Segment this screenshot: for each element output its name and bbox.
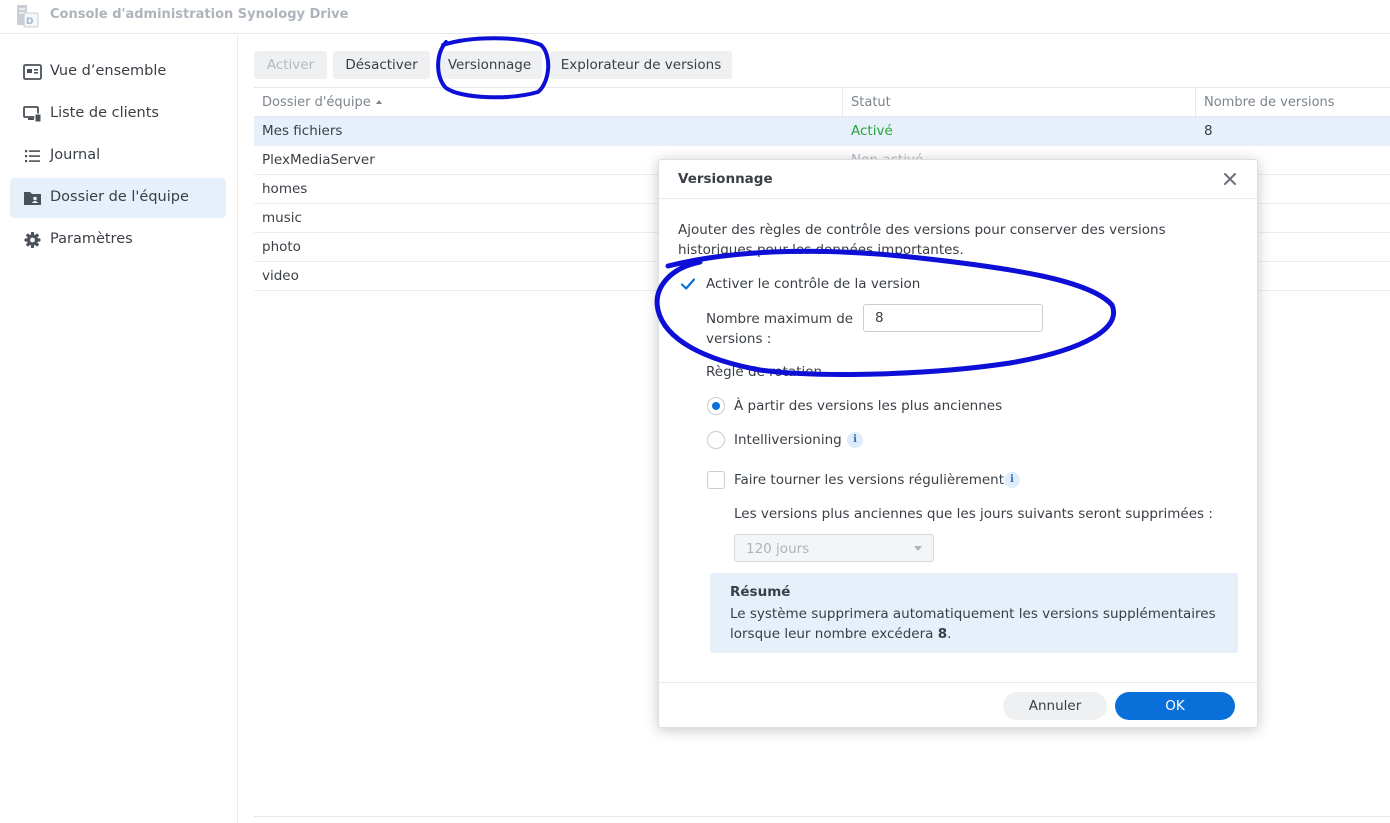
title-bar: D Console d'administration Synology Driv… <box>0 0 1390 34</box>
sidebar: Vue d’ensemble Liste de clients Journal … <box>0 35 238 823</box>
summary-version-count: 8 <box>937 626 948 642</box>
grid-header: Dossier d'équipe Statut Nombre de versio… <box>254 87 1390 117</box>
app-title: Console d'administration Synology Drive <box>50 7 349 22</box>
info-icon[interactable]: i <box>1004 472 1020 488</box>
rotation-rule-label: Règle de rotation <box>706 364 823 380</box>
sidebar-item-client-list[interactable]: Liste de clients <box>10 94 226 134</box>
enable-version-control-checkbox[interactable] <box>679 275 697 293</box>
summary-text-end: . <box>947 626 952 642</box>
folder-name: video <box>262 268 299 284</box>
summary-panel: Résumé Le système supprimera automatique… <box>710 573 1238 653</box>
sidebar-item-label: Vue d’ensemble <box>50 63 167 79</box>
sidebar-item-log[interactable]: Journal <box>10 136 226 176</box>
dialog-footer-divider <box>659 682 1257 683</box>
deactivate-button[interactable]: Désactiver <box>333 51 430 79</box>
folder-name: photo <box>262 239 301 255</box>
column-header-team-folder[interactable]: Dossier d'équipe <box>262 95 382 110</box>
svg-text:D: D <box>26 17 33 27</box>
table-row[interactable]: Mes fichiers Activé 8 <box>254 117 1390 146</box>
rotation-oldest-label: À partir des versions les plus anciennes <box>734 398 1003 414</box>
team-folder-icon <box>24 192 41 205</box>
retention-days-label: Les versions plus anciennes que les jour… <box>734 506 1213 522</box>
folder-name: PlexMediaServer <box>262 152 375 168</box>
close-icon[interactable] <box>1221 170 1239 188</box>
intelliversioning-radio[interactable] <box>707 431 725 449</box>
column-divider[interactable] <box>842 88 843 117</box>
sort-ascending-icon <box>375 100 382 104</box>
summary-text-body: Le système supprimera automatiquement le… <box>730 606 1216 642</box>
max-versions-input[interactable] <box>863 304 1043 332</box>
grid-bottom-border <box>254 816 1390 817</box>
sidebar-item-label: Liste de clients <box>50 105 159 121</box>
dialog-header: Versionnage <box>659 160 1257 199</box>
enable-version-control-label: Activer le contrôle de la version <box>706 276 921 292</box>
sidebar-item-team-folder[interactable]: Dossier de l'équipe <box>10 178 226 218</box>
cancel-button[interactable]: Annuler <box>1003 692 1107 720</box>
info-icon[interactable]: i <box>847 432 863 448</box>
rotate-regularly-checkbox[interactable] <box>707 471 725 489</box>
version-explorer-button[interactable]: Explorateur de versions <box>550 51 732 79</box>
column-header-status[interactable]: Statut <box>851 95 891 110</box>
max-versions-label: Nombre maximum de versions : <box>706 311 854 347</box>
version-count-cell: 8 <box>1204 123 1213 139</box>
sidebar-item-overview[interactable]: Vue d’ensemble <box>10 52 226 92</box>
overview-icon <box>23 64 42 80</box>
summary-text: Le système supprimera automatiquement le… <box>730 604 1230 644</box>
sidebar-item-label: Journal <box>50 147 101 163</box>
folder-name: Mes fichiers <box>262 123 343 139</box>
intelliversioning-label: Intelliversioning <box>734 432 842 448</box>
ok-button[interactable]: OK <box>1115 692 1235 720</box>
column-divider[interactable] <box>1195 88 1196 117</box>
gear-icon <box>24 232 41 248</box>
dialog-description: Ajouter des règles de contrôle des versi… <box>678 222 1166 258</box>
log-list-icon <box>25 150 40 163</box>
folder-name: music <box>262 210 302 226</box>
synology-drive-icon: D <box>17 5 39 28</box>
retention-days-select[interactable]: 120 jours <box>734 534 934 562</box>
dialog-title: Versionnage <box>678 171 773 187</box>
retention-days-value: 120 jours <box>746 541 810 557</box>
activate-button[interactable]: Activer <box>254 51 327 79</box>
versioning-button[interactable]: Versionnage <box>437 51 542 79</box>
chevron-down-icon <box>914 546 922 551</box>
status-cell: Activé <box>851 123 893 139</box>
summary-title: Résumé <box>730 584 791 600</box>
rotation-oldest-radio[interactable] <box>707 397 725 415</box>
folder-name: homes <box>262 181 308 197</box>
column-header-version-count[interactable]: Nombre de versions <box>1204 95 1335 110</box>
client-list-icon <box>23 106 42 123</box>
column-header-label: Dossier d'équipe <box>262 95 371 110</box>
sidebar-item-label: Paramètres <box>50 231 133 247</box>
rotate-regularly-label: Faire tourner les versions régulièrement <box>734 472 1005 488</box>
sidebar-item-label: Dossier de l'équipe <box>50 189 189 205</box>
check-icon <box>680 278 696 290</box>
versioning-dialog: Versionnage Ajouter des règles de contrô… <box>658 159 1258 728</box>
sidebar-item-settings[interactable]: Paramètres <box>10 220 226 260</box>
